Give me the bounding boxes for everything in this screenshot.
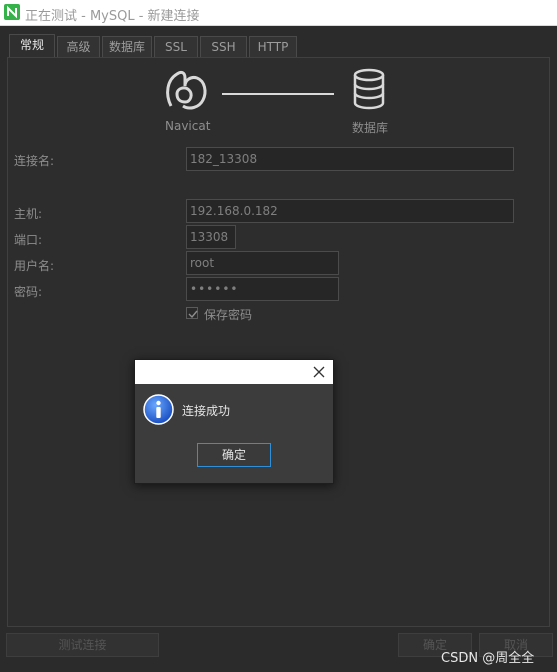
connection-name-input[interactable]: 182_13308 — [186, 147, 514, 171]
dialog-ok-button[interactable]: 确定 — [197, 443, 271, 467]
username-label: 用户名: — [14, 259, 55, 273]
navicat-logo-icon — [166, 70, 207, 110]
connection-success-dialog: 连接成功 确定 — [134, 359, 334, 484]
tab-advanced[interactable]: 高级 — [57, 36, 100, 58]
database-icon — [353, 68, 385, 110]
port-input[interactable]: 13308 — [186, 225, 236, 249]
connection-line — [222, 93, 334, 95]
navicat-app-icon — [4, 4, 20, 20]
tab-general[interactable]: 常规 — [9, 34, 55, 58]
save-password-label: 保存密码 — [204, 308, 253, 322]
password-input[interactable]: •••••• — [186, 277, 339, 301]
dialog-titlebar — [135, 360, 333, 384]
test-connection-button[interactable]: 测试连接 — [6, 633, 159, 657]
window-titlebar: 正在测试 - MySQL - 新建连接 — [0, 0, 557, 26]
database-label: 数据库 — [352, 121, 389, 135]
save-password-checkbox[interactable] — [186, 307, 198, 319]
host-label: 主机: — [14, 207, 43, 221]
tab-ssh[interactable]: SSH — [200, 36, 247, 58]
username-input[interactable]: root — [186, 251, 339, 275]
tab-http[interactable]: HTTP — [249, 36, 297, 58]
tab-ssl[interactable]: SSL — [154, 36, 198, 58]
connection-name-label: 连接名: — [14, 154, 55, 168]
navicat-label: Navicat — [165, 119, 211, 133]
password-label: 密码: — [14, 285, 43, 299]
close-icon[interactable] — [311, 364, 327, 380]
general-tab-panel — [7, 57, 550, 627]
watermark: CSDN @周全全 — [441, 651, 535, 666]
info-icon — [143, 394, 174, 425]
window-title: 正在测试 - MySQL - 新建连接 — [25, 9, 200, 24]
dialog-message: 连接成功 — [182, 404, 231, 418]
tab-databases[interactable]: 数据库 — [102, 36, 152, 58]
checkmark-icon — [188, 310, 198, 319]
host-input[interactable]: 192.168.0.182 — [186, 199, 514, 223]
port-label: 端口: — [14, 233, 43, 247]
